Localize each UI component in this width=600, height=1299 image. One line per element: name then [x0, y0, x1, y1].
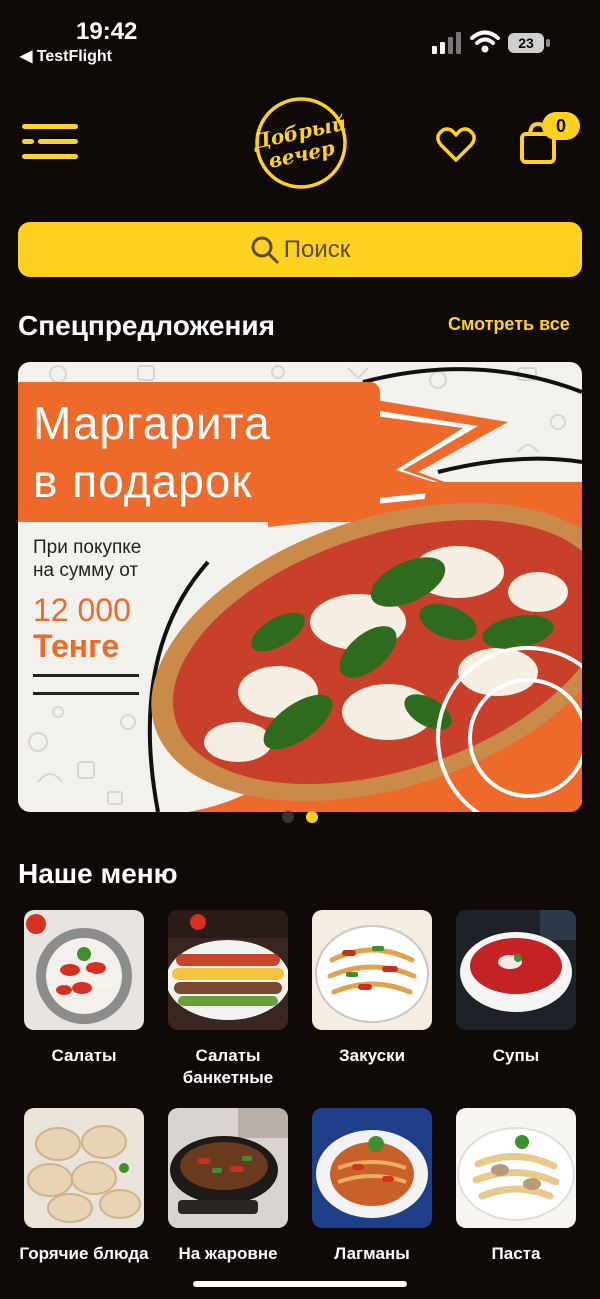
brand-logo[interactable]: Добрый вечер — [253, 95, 349, 191]
wifi-icon — [470, 30, 500, 53]
battery-level: 23 — [508, 33, 544, 53]
carousel-dot-active[interactable] — [306, 811, 318, 823]
category-lagman[interactable]: Лагманы — [307, 1108, 437, 1265]
cellular-signal-icon — [432, 32, 461, 54]
soup-image — [456, 910, 576, 1030]
appetizer-image — [312, 910, 432, 1030]
promo-banner[interactable]: Маргарита в подарок При покупке на сумму… — [18, 362, 582, 812]
category-soups[interactable]: Супы — [451, 910, 581, 1067]
app-header: Добрый вечер — [0, 90, 600, 200]
lagman-image — [312, 1108, 432, 1228]
grill-pan-image — [168, 1108, 288, 1228]
favorites-heart-icon[interactable] — [436, 126, 476, 164]
cart-count-badge: 0 — [542, 112, 580, 140]
search-icon — [251, 236, 279, 263]
category-label: Лагманы — [334, 1244, 410, 1263]
category-pasta[interactable]: Паста — [451, 1108, 581, 1265]
banner-subtitle-line2: на сумму от — [33, 560, 139, 581]
category-label: Супы — [492, 1046, 540, 1065]
category-label: Паста — [491, 1244, 541, 1263]
pizza-image — [151, 482, 582, 812]
banner-subtitle-line1: При покупке — [33, 537, 142, 558]
banner-title-line1: Маргарита — [33, 397, 271, 449]
banner-currency: Тенге — [33, 628, 120, 664]
category-salads[interactable]: Салаты — [19, 910, 149, 1067]
status-bar: 19:42 ◀ TestFlight 23 — [0, 0, 600, 72]
category-label: Закуски — [338, 1046, 406, 1065]
salad-image — [24, 910, 144, 1030]
search-input[interactable]: Поиск — [18, 222, 582, 277]
category-label: На жаровне — [178, 1244, 278, 1263]
category-label: Горячие блюда — [19, 1244, 149, 1263]
banner-divider — [33, 674, 139, 677]
status-time: 19:42 — [76, 18, 138, 45]
category-grill-pan[interactable]: На жаровне — [163, 1108, 293, 1265]
category-label: Салаты банкетные — [182, 1046, 274, 1087]
carousel-pagination — [282, 811, 322, 823]
menu-title: Наше меню — [18, 858, 178, 889]
battery-icon: 23 — [508, 33, 552, 53]
banquet-salad-image — [166, 910, 290, 1030]
hamburger-menu-button[interactable] — [22, 124, 82, 164]
banner-divider — [33, 692, 139, 695]
back-to-testflight-link[interactable]: ◀ TestFlight — [20, 46, 112, 66]
carousel-dot[interactable] — [282, 811, 294, 823]
category-hot-dishes[interactable]: Горячие блюда — [19, 1108, 149, 1265]
pasta-image — [456, 1108, 576, 1228]
hot-dishes-image — [24, 1108, 144, 1228]
search-placeholder: Поиск — [283, 235, 351, 263]
category-appetizers[interactable]: Закуски — [307, 910, 437, 1067]
category-banquet-salads[interactable]: Салаты банкетные — [163, 910, 293, 1089]
banner-amount: 12 000 — [33, 592, 131, 628]
specials-title: Спецпредложения — [18, 310, 275, 341]
category-label: Салаты — [51, 1046, 117, 1065]
home-indicator[interactable] — [193, 1281, 407, 1287]
see-all-link[interactable]: Смотреть все — [448, 314, 570, 335]
